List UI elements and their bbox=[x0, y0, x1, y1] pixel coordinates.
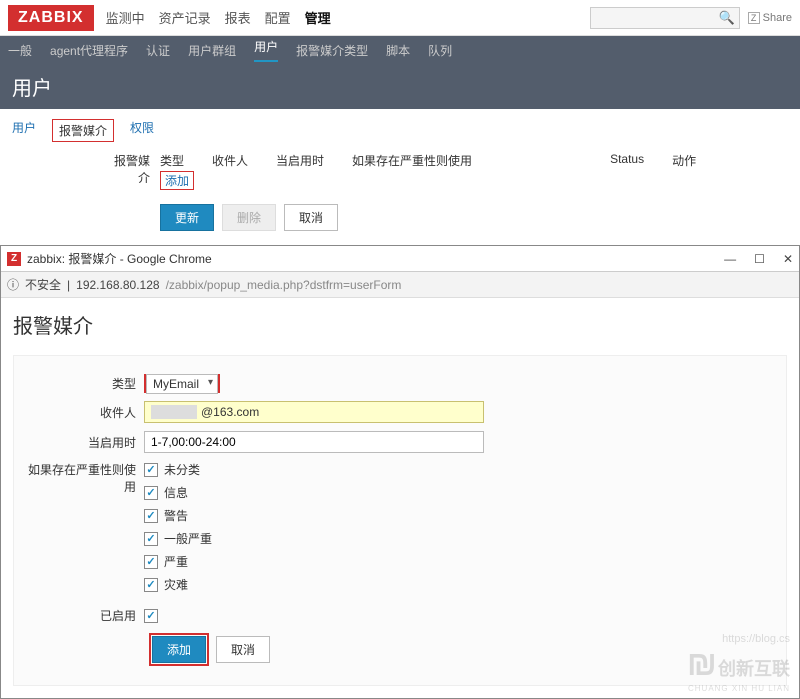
main-nav: 监测中 资产记录 报表 配置 管理 bbox=[106, 8, 331, 27]
url-path[interactable]: /zabbix/popup_media.php?dstfrm=userForm bbox=[166, 278, 402, 292]
popup-titlebar[interactable]: Z zabbix: 报警媒介 - Google Chrome — ☐ ✕ bbox=[1, 246, 799, 272]
update-button[interactable]: 更新 bbox=[160, 204, 214, 231]
subnav-users[interactable]: 用户 bbox=[254, 38, 278, 62]
severity-check-2[interactable] bbox=[144, 509, 158, 523]
close-icon[interactable]: ✕ bbox=[783, 252, 793, 266]
recipient-masked bbox=[151, 405, 197, 419]
col-when: 当启用时 bbox=[276, 152, 324, 169]
nav-admin[interactable]: 管理 bbox=[305, 8, 331, 27]
cancel-button[interactable]: 取消 bbox=[284, 204, 338, 231]
tab-permissions[interactable]: 权限 bbox=[130, 119, 154, 142]
enabled-label: 已启用 bbox=[24, 607, 144, 624]
type-select[interactable]: MyEmail bbox=[146, 374, 218, 394]
media-table-header: 类型 收件人 当启用时 如果存在严重性则使用 Status 动作 bbox=[160, 152, 788, 169]
recipient-label: 收件人 bbox=[24, 404, 144, 421]
nav-monitoring[interactable]: 监测中 bbox=[106, 8, 145, 27]
subnav-general[interactable]: 一般 bbox=[8, 42, 32, 59]
recipient-input[interactable]: @163.com bbox=[144, 401, 484, 423]
popup-title-text: zabbix: 报警媒介 - Google Chrome bbox=[27, 250, 212, 267]
severity-text-4: 严重 bbox=[164, 553, 188, 570]
tab-user[interactable]: 用户 bbox=[12, 119, 36, 142]
popup-window: Z zabbix: 报警媒介 - Google Chrome — ☐ ✕ ⓘ 不… bbox=[0, 245, 800, 699]
type-label: 类型 bbox=[24, 375, 144, 392]
col-severity: 如果存在严重性则使用 bbox=[352, 152, 472, 169]
type-highlight: MyEmail bbox=[144, 374, 220, 393]
nav-inventory[interactable]: 资产记录 bbox=[159, 8, 211, 27]
severity-check-4[interactable] bbox=[144, 555, 158, 569]
top-bar: ZABBIX 监测中 资产记录 报表 配置 管理 🔍 Z Share bbox=[0, 0, 800, 36]
when-input[interactable] bbox=[144, 431, 484, 453]
recipient-suffix: @163.com bbox=[201, 405, 259, 419]
subnav-media-types[interactable]: 报警媒介类型 bbox=[296, 42, 368, 59]
not-secure-icon: ⓘ bbox=[7, 276, 19, 293]
severity-text-3: 一般严重 bbox=[164, 530, 212, 547]
enabled-checkbox[interactable] bbox=[144, 609, 158, 623]
severity-check-0[interactable] bbox=[144, 463, 158, 477]
zabbix-favicon-icon: Z bbox=[7, 252, 21, 266]
popup-cancel-button[interactable]: 取消 bbox=[216, 636, 270, 663]
address-bar: ⓘ 不安全 | 192.168.80.128/zabbix/popup_medi… bbox=[1, 272, 799, 298]
nav-reports[interactable]: 报表 bbox=[225, 8, 251, 27]
col-action: 动作 bbox=[672, 152, 696, 169]
popup-heading: 报警媒介 bbox=[13, 310, 787, 339]
severity-text-5: 灾难 bbox=[164, 576, 188, 593]
popup-add-button[interactable]: 添加 bbox=[152, 636, 206, 663]
search-input[interactable]: 🔍 bbox=[590, 7, 740, 29]
minimize-icon[interactable]: — bbox=[724, 252, 736, 266]
col-recipient: 收件人 bbox=[212, 152, 248, 169]
severity-check-5[interactable] bbox=[144, 578, 158, 592]
share-label: Share bbox=[763, 12, 792, 24]
share-z-icon: Z bbox=[748, 12, 760, 24]
subnav-usergroups[interactable]: 用户群组 bbox=[188, 42, 236, 59]
col-status: Status bbox=[610, 152, 644, 169]
url-host[interactable]: 192.168.80.128 bbox=[76, 278, 159, 292]
share-link[interactable]: Z Share bbox=[748, 12, 792, 24]
security-label: 不安全 bbox=[25, 276, 61, 293]
tab-media[interactable]: 报警媒介 bbox=[52, 119, 114, 142]
severity-text-0: 未分类 bbox=[164, 461, 200, 478]
subnav-scripts[interactable]: 脚本 bbox=[386, 42, 410, 59]
media-form: 类型 MyEmail 收件人 @163.com 当启用时 如果存在严重性则使用 bbox=[13, 355, 787, 686]
col-type: 类型 bbox=[160, 152, 184, 169]
media-section: 报警媒介 类型 收件人 当启用时 如果存在严重性则使用 Status 动作 添加… bbox=[0, 152, 800, 241]
search-icon: 🔍 bbox=[718, 10, 734, 26]
user-tabs: 用户 报警媒介 权限 bbox=[0, 109, 800, 152]
when-label: 当启用时 bbox=[24, 434, 144, 451]
subnav-agent-proxy[interactable]: agent代理程序 bbox=[50, 42, 128, 59]
severity-check-3[interactable] bbox=[144, 532, 158, 546]
severity-text-1: 信息 bbox=[164, 484, 188, 501]
add-media-link[interactable]: 添加 bbox=[160, 171, 194, 190]
severity-text-2: 警告 bbox=[164, 507, 188, 524]
page-title: 用户 bbox=[0, 64, 800, 109]
brand-logo[interactable]: ZABBIX bbox=[8, 5, 94, 31]
delete-button: 删除 bbox=[222, 204, 276, 231]
nav-config[interactable]: 配置 bbox=[265, 8, 291, 27]
subnav-queue[interactable]: 队列 bbox=[428, 42, 452, 59]
subnav-auth[interactable]: 认证 bbox=[146, 42, 170, 59]
severity-check-1[interactable] bbox=[144, 486, 158, 500]
media-label: 报警媒介 bbox=[110, 152, 150, 231]
severity-label: 如果存在严重性则使用 bbox=[24, 461, 144, 495]
maximize-icon[interactable]: ☐ bbox=[754, 252, 765, 266]
sub-nav: 一般 agent代理程序 认证 用户群组 用户 报警媒介类型 脚本 队列 bbox=[0, 36, 800, 64]
